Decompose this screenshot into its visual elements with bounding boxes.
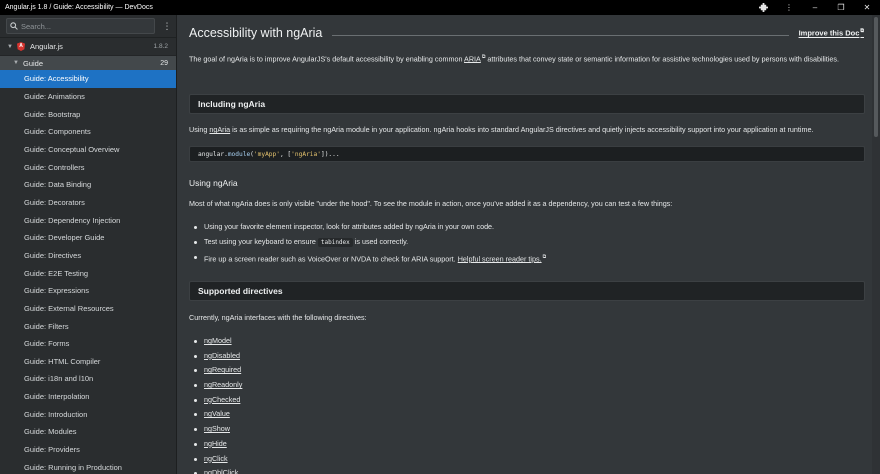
sidebar-item[interactable]: Guide: Components bbox=[0, 123, 176, 141]
sidebar-item[interactable]: Guide: Controllers bbox=[0, 158, 176, 176]
sidebar-item[interactable]: Guide: Providers bbox=[0, 441, 176, 459]
sidebar-item[interactable]: Guide: Interpolation bbox=[0, 388, 176, 406]
guide-folder[interactable]: ▼ Guide 29 bbox=[0, 56, 176, 70]
sidebar-item[interactable]: Guide: Decorators bbox=[0, 194, 176, 212]
sidebar-item[interactable]: Guide: Directives bbox=[0, 247, 176, 265]
doc-angularjs[interactable]: ▼ A Angular.js 1.8.2 bbox=[0, 38, 176, 56]
search-row: Search... ⋮ bbox=[0, 15, 176, 38]
sidebar-item[interactable]: Guide: Conceptual Overview bbox=[0, 141, 176, 159]
directive-link[interactable]: ngClick bbox=[204, 454, 228, 463]
more-options-icon[interactable]: ⋮ bbox=[776, 0, 802, 15]
restore-icon[interactable]: ❐ bbox=[828, 0, 854, 15]
sidebar-item[interactable]: Guide: Animations bbox=[0, 88, 176, 106]
external-link-icon: ⧉ bbox=[860, 28, 864, 35]
sidebar: Search... ⋮ ▼ A Angular.js 1.8.2 ▼ Guide… bbox=[0, 15, 177, 474]
tabindex-code: tabindex bbox=[317, 237, 353, 247]
directive-item: ngHide bbox=[194, 437, 242, 452]
ngaria-link[interactable]: ngAria bbox=[209, 125, 230, 134]
sidebar-item[interactable]: Guide: i18n and l10n bbox=[0, 370, 176, 388]
directive-item: ngClick bbox=[194, 452, 242, 467]
intro-paragraph: The goal of ngAria is to improve Angular… bbox=[189, 54, 839, 64]
sidebar-item[interactable]: Guide: Bootstrap bbox=[0, 105, 176, 123]
directive-item: ngReadonly bbox=[194, 378, 242, 393]
sidebar-item[interactable]: Guide: External Resources bbox=[0, 300, 176, 318]
sidebar-item[interactable]: Guide: Dependency Injection bbox=[0, 211, 176, 229]
sidebar-item[interactable]: Guide: Introduction bbox=[0, 405, 176, 423]
close-icon[interactable]: ✕ bbox=[854, 0, 880, 15]
directive-link[interactable]: ngDblClick bbox=[204, 468, 238, 474]
directive-link[interactable]: ngHide bbox=[204, 439, 227, 448]
directive-item: ngChecked bbox=[194, 393, 242, 408]
guide-list: Guide: Accessibility Guide: Animations G… bbox=[0, 70, 176, 474]
search-input[interactable]: Search... bbox=[6, 18, 155, 34]
sidebar-item[interactable]: Guide: HTML Compiler bbox=[0, 353, 176, 371]
doc-name: Angular.js bbox=[30, 42, 63, 51]
directive-item: ngShow bbox=[194, 422, 242, 437]
sidebar-item[interactable]: Guide: Accessibility bbox=[0, 70, 176, 88]
sidebar-menu-icon[interactable]: ⋮ bbox=[158, 21, 176, 31]
guide-label: Guide bbox=[23, 58, 44, 68]
content-scrollbar[interactable] bbox=[872, 15, 880, 474]
aria-link[interactable]: ARIA bbox=[464, 54, 481, 63]
list-item: Fire up a screen reader such as VoiceOve… bbox=[194, 250, 546, 265]
using-heading: Using ngAria bbox=[189, 178, 238, 188]
directive-link[interactable]: ngChecked bbox=[204, 395, 240, 404]
directive-link[interactable]: ngReadonly bbox=[204, 380, 242, 389]
directive-link[interactable]: ngRequired bbox=[204, 365, 241, 374]
supported-heading: Supported directives bbox=[189, 281, 865, 301]
directive-link[interactable]: ngDisabled bbox=[204, 351, 240, 360]
directive-link[interactable]: ngShow bbox=[204, 424, 230, 433]
directive-item: ngModel bbox=[194, 334, 242, 349]
directive-item: ngDblClick bbox=[194, 466, 242, 474]
sidebar-item[interactable]: Guide: Expressions bbox=[0, 282, 176, 300]
page-header: Accessibility with ngAria Improve this D… bbox=[189, 23, 864, 43]
window-title: Angular.js 1.8 / Guide: Accessibility — … bbox=[5, 4, 153, 11]
scrollbar-thumb[interactable] bbox=[874, 17, 878, 137]
page-title: Accessibility with ngAria bbox=[189, 26, 323, 40]
directives-list: ngModel ngDisabled ngRequired ngReadonly… bbox=[194, 334, 242, 474]
test-list: Using your favorite element inspector, l… bbox=[194, 220, 546, 265]
minimize-icon[interactable]: – bbox=[802, 0, 828, 15]
directive-link[interactable]: ngValue bbox=[204, 409, 230, 418]
extensions-icon[interactable] bbox=[750, 0, 776, 15]
including-paragraph: Using ngAria is as simple as requiring t… bbox=[189, 125, 814, 134]
main-content: Accessibility with ngAria Improve this D… bbox=[178, 15, 872, 474]
directive-item: ngDisabled bbox=[194, 349, 242, 364]
sidebar-item[interactable]: Guide: Filters bbox=[0, 317, 176, 335]
screen-reader-tips-link[interactable]: Helpful screen reader tips. bbox=[458, 254, 542, 263]
window-titlebar: Angular.js 1.8 / Guide: Accessibility — … bbox=[0, 0, 880, 15]
header-rule bbox=[332, 34, 789, 36]
sidebar-item[interactable]: Guide: Modules bbox=[0, 423, 176, 441]
sidebar-item[interactable]: Guide: Developer Guide bbox=[0, 229, 176, 247]
expand-triangle-icon[interactable]: ▼ bbox=[13, 60, 23, 66]
search-placeholder: Search... bbox=[21, 21, 52, 31]
supported-paragraph: Currently, ngAria interfaces with the fo… bbox=[189, 313, 367, 322]
doc-version: 1.8.2 bbox=[153, 43, 168, 50]
list-item: Test using your keyboard to ensure tabin… bbox=[194, 235, 546, 250]
search-icon bbox=[10, 22, 18, 30]
improve-doc-link[interactable]: Improve this Doc⧉ bbox=[799, 28, 864, 38]
directive-item: ngValue bbox=[194, 407, 242, 422]
sidebar-item[interactable]: Guide: Running in Production bbox=[0, 458, 176, 474]
list-item: Using your favorite element inspector, l… bbox=[194, 220, 546, 235]
expand-triangle-icon[interactable]: ▼ bbox=[7, 44, 17, 50]
sidebar-item[interactable]: Guide: Data Binding bbox=[0, 176, 176, 194]
directive-link[interactable]: ngModel bbox=[204, 336, 232, 345]
sidebar-item[interactable]: Guide: E2E Testing bbox=[0, 264, 176, 282]
using-paragraph: Most of what ngAria does is only visible… bbox=[189, 199, 673, 208]
including-heading: Including ngAria bbox=[189, 94, 865, 114]
directive-item: ngRequired bbox=[194, 363, 242, 378]
guide-count: 29 bbox=[160, 59, 168, 67]
angular-logo-icon: A bbox=[17, 42, 25, 51]
external-link-icon: ⧉ bbox=[542, 253, 547, 260]
code-block: angular. module('myApp', ['ngAria'])... bbox=[189, 146, 865, 162]
sidebar-item[interactable]: Guide: Forms bbox=[0, 335, 176, 353]
